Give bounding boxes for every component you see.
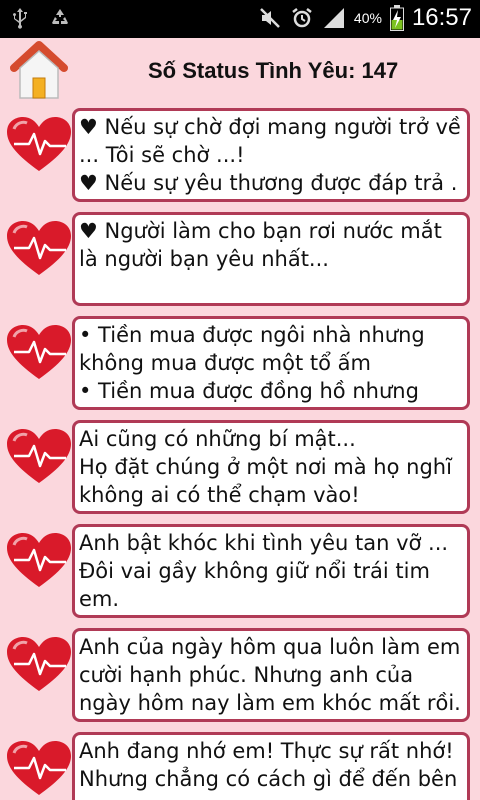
list-item[interactable]: ♥ Người làm cho bạn rơi nước mắt là ngườ…	[0, 208, 480, 312]
heart-icon	[7, 637, 71, 691]
status-card[interactable]: • Tiền mua được ngôi nhà nhưng không mua…	[72, 316, 470, 410]
status-card[interactable]: Ai cũng có những bí mật... Họ đặt chúng …	[72, 420, 470, 514]
header: Số Status Tình Yêu: 147	[0, 38, 480, 104]
battery-percent: 40%	[353, 10, 382, 26]
heart-icon	[7, 533, 71, 587]
page-title: Số Status Tình Yêu: 147	[148, 58, 399, 83]
heart-icon	[7, 429, 71, 483]
heart-icon	[7, 325, 71, 379]
list-item[interactable]: Anh bật khóc khi tình yêu tan vỡ ... Đôi…	[0, 520, 480, 624]
list-item[interactable]: Anh đang nhớ em! Thực sự rất nhớ! Nhưng …	[0, 728, 480, 800]
status-text: ♥ Người làm cho bạn rơi nước mắt là ngườ…	[79, 219, 442, 271]
battery-charging-icon	[389, 5, 404, 31]
recycle-icon	[52, 9, 68, 24]
status-text: Anh bật khóc khi tình yêu tan vỡ ... Đôi…	[79, 531, 449, 611]
mute-icon	[260, 8, 280, 28]
heart-icon	[7, 117, 71, 171]
signal-icon	[323, 8, 344, 28]
status-list[interactable]: ♥ Nếu sự chờ đợi mang người trở về ... T…	[0, 104, 480, 800]
status-bar: 40% 16:57	[0, 0, 480, 38]
list-item[interactable]: Anh của ngày hôm qua luôn làm em cười hạ…	[0, 624, 480, 728]
heart-icon	[7, 221, 71, 275]
status-card[interactable]: ♥ Nếu sự chờ đợi mang người trở về ... T…	[72, 108, 470, 202]
status-text: • Tiền mua được ngôi nhà nhưng không mua…	[79, 323, 425, 403]
status-card[interactable]: Anh đang nhớ em! Thực sự rất nhớ! Nhưng …	[72, 732, 470, 800]
usb-icon	[13, 8, 27, 29]
status-text: Anh của ngày hôm qua luôn làm em cười hạ…	[79, 635, 461, 715]
alarm-icon	[292, 8, 312, 28]
list-item[interactable]: • Tiền mua được ngôi nhà nhưng không mua…	[0, 312, 480, 416]
home-icon[interactable]	[6, 40, 72, 102]
status-card[interactable]: Anh bật khóc khi tình yêu tan vỡ ... Đôi…	[72, 524, 470, 618]
status-card[interactable]: ♥ Người làm cho bạn rơi nước mắt là ngườ…	[72, 212, 470, 306]
heart-icon	[7, 741, 71, 795]
status-text: ♥ Nếu sự chờ đợi mang người trở về ... T…	[79, 115, 461, 195]
status-text: Anh đang nhớ em! Thực sự rất nhớ! Nhưng …	[79, 739, 458, 791]
list-item[interactable]: Ai cũng có những bí mật... Họ đặt chúng …	[0, 416, 480, 520]
clock: 16:57	[411, 4, 472, 31]
status-text: Ai cũng có những bí mật... Họ đặt chúng …	[79, 427, 452, 507]
status-card[interactable]: Anh của ngày hôm qua luôn làm em cười hạ…	[72, 628, 470, 722]
list-item[interactable]: ♥ Nếu sự chờ đợi mang người trở về ... T…	[0, 104, 480, 208]
